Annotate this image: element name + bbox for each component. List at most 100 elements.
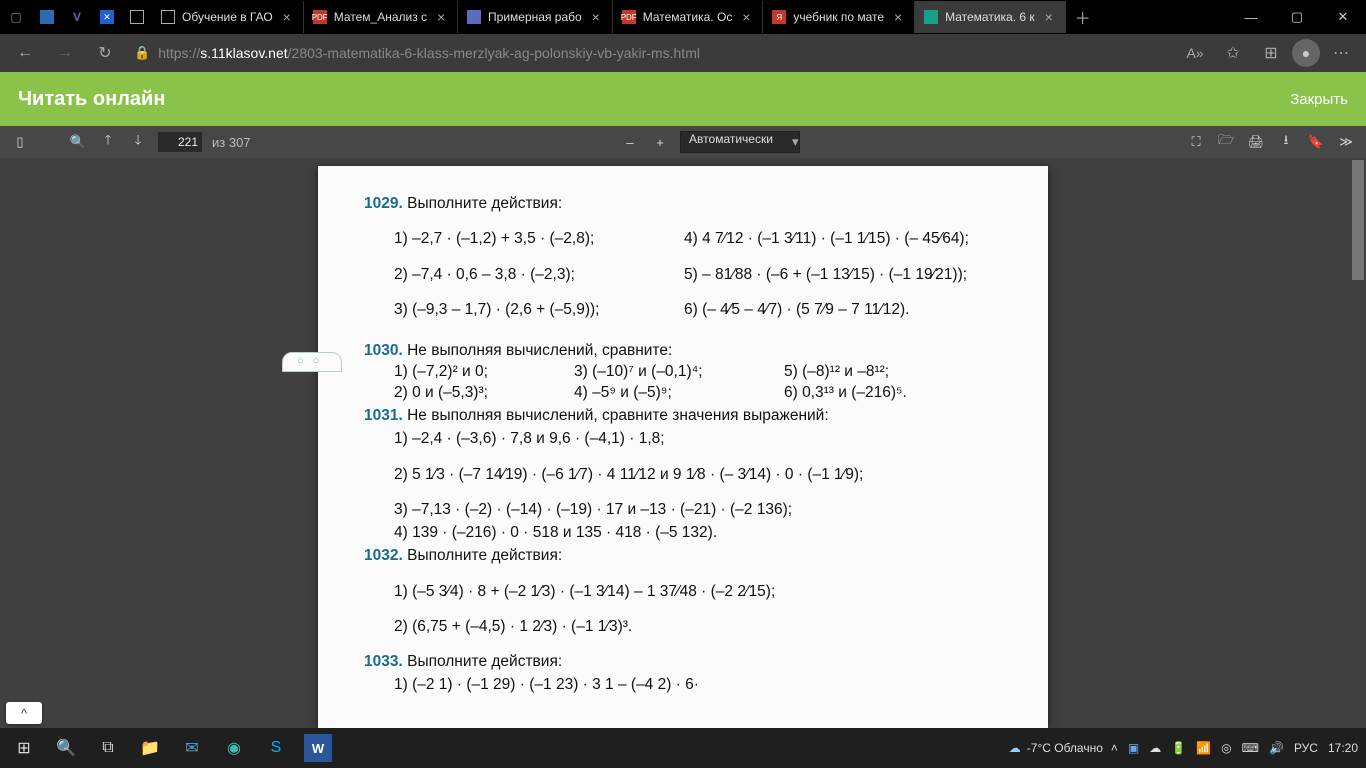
print-icon[interactable]: 🖨	[1246, 132, 1266, 152]
app-icon-1[interactable]	[32, 0, 62, 34]
back-button[interactable]: ←	[8, 36, 42, 70]
tray-chevron-icon[interactable]: ˄	[1111, 741, 1118, 755]
onedrive-icon[interactable]: ☁	[1149, 741, 1161, 755]
task-title: Не выполняя вычислений, сравните:	[407, 342, 672, 359]
explorer-icon[interactable]: 📁	[130, 728, 170, 768]
location-icon[interactable]: ◎	[1221, 741, 1231, 755]
text-line: 4) –5⁹ и (–5)⁹;	[574, 383, 784, 404]
task-number: 1033.	[364, 653, 403, 670]
bookmark-icon[interactable]: 🔖	[1306, 132, 1326, 152]
site-title: Читать онлайн	[18, 88, 165, 111]
downloads-button[interactable]: ^	[6, 702, 42, 724]
site-close-button[interactable]: Закрыть	[1290, 91, 1348, 108]
clock[interactable]: 17:20	[1328, 741, 1358, 755]
tab-0[interactable]: Обучение в ГАО ×	[152, 1, 304, 33]
app-icon-2[interactable]: V	[62, 0, 92, 34]
close-icon[interactable]: ×	[588, 9, 604, 25]
word-icon[interactable]: W	[304, 734, 332, 762]
edge-icon[interactable]: ◉	[214, 728, 254, 768]
weather-widget[interactable]: ☁ -7°C Облачно	[1009, 741, 1103, 755]
text-line: 3) (–10)⁷ и (–0,1)⁴;	[574, 362, 784, 383]
tab-3[interactable]: PDFМатематика. Ос×	[613, 1, 764, 33]
skype-icon[interactable]: S	[256, 728, 296, 768]
page-up-icon[interactable]: 🡑	[98, 132, 118, 152]
minimize-button[interactable]: ―	[1228, 0, 1274, 34]
read-aloud-icon[interactable]: A»	[1178, 36, 1212, 70]
text-line: 5) – 81⁄88 · (–6 + (–1 13⁄15) · (–1 19⁄2…	[684, 263, 1014, 286]
language-indicator[interactable]: РУС	[1294, 741, 1318, 755]
close-icon[interactable]: ×	[279, 9, 295, 25]
wifi-icon[interactable]: 📶	[1196, 741, 1211, 755]
forward-button[interactable]: →	[48, 36, 82, 70]
battery-icon[interactable]: 🔋	[1171, 741, 1186, 755]
tray-app-icon[interactable]: ▣	[1128, 741, 1139, 755]
zoom-in-icon[interactable]: +	[650, 132, 670, 152]
mail-icon[interactable]: ✉	[172, 728, 212, 768]
task-number: 1032.	[364, 547, 403, 564]
task-number: 1031.	[364, 407, 403, 424]
address-bar: ← → ↻ 🔒 https://s.11klasov.net/2803-mate…	[0, 34, 1366, 72]
text-line: 2) 5 1⁄3 · (–7 14⁄19) · (–6 1⁄7) · 4 11⁄…	[394, 463, 1014, 486]
app-icon-4[interactable]	[122, 0, 152, 34]
search-icon[interactable]: 🔍	[68, 132, 88, 152]
page-input[interactable]	[158, 132, 202, 152]
tab-label: Математика. Ос	[643, 10, 733, 24]
task-view-button[interactable]: ⧉	[88, 728, 128, 768]
close-icon[interactable]: ×	[738, 9, 754, 25]
weather-text: -7°C Облачно	[1027, 741, 1103, 755]
tab-5[interactable]: Математика. 6 к ×	[915, 1, 1066, 33]
scroll-thumb[interactable]	[1352, 160, 1364, 280]
pdf-page: 1029. Выполните действия: 1) –2,7 · (–1,…	[318, 166, 1048, 728]
presentation-icon[interactable]: ⛶	[1186, 132, 1206, 152]
task-title: Не выполняя вычислений, сравните значени…	[407, 407, 829, 424]
text-line: 1) –2,4 · (–3,6) · 7,8 и 9,6 · (–4,1) · …	[394, 427, 1014, 450]
text-line: 2) 0 и (–5,3)³;	[394, 383, 574, 404]
app-icon-3[interactable]: ✕	[92, 0, 122, 34]
volume-icon[interactable]: 🔊	[1269, 741, 1284, 755]
tab-4[interactable]: Яучебник по мате×	[763, 1, 915, 33]
close-icon[interactable]: ×	[890, 9, 906, 25]
refresh-button[interactable]: ↻	[88, 36, 122, 70]
task-title: Выполните действия:	[407, 547, 562, 564]
profile-avatar[interactable]: ●	[1292, 39, 1320, 67]
text-line: 4) 4 7⁄12 · (–1 3⁄11) · (–1 1⁄15) · (– 4…	[684, 227, 1014, 250]
text-line: 1) (–7,2)² и 0;	[394, 362, 574, 383]
zoom-select[interactable]: Автоматически	[680, 131, 800, 153]
favorite-icon[interactable]: ✩	[1216, 36, 1250, 70]
close-icon[interactable]: ×	[433, 9, 449, 25]
download-icon[interactable]: ⭳	[1276, 132, 1296, 152]
close-button[interactable]: ✕	[1320, 0, 1366, 34]
sidebar-toggle-icon[interactable]: ▯	[10, 132, 30, 152]
tab-2[interactable]: Примерная рабо ×	[458, 1, 613, 33]
task-number: 1029.	[364, 195, 403, 212]
close-icon[interactable]: ×	[1041, 9, 1057, 25]
pdf-viewer: 1029. Выполните действия: 1) –2,7 · (–1,…	[0, 158, 1366, 728]
scrollbar[interactable]	[1350, 158, 1366, 728]
more-icon[interactable]: ⋯	[1324, 36, 1358, 70]
maximize-button[interactable]: ▢	[1274, 0, 1320, 34]
url-box[interactable]: 🔒 https://s.11klasov.net/2803-matematika…	[128, 38, 1172, 68]
text-line: 6) 0,3¹³ и (–216)⁵.	[784, 383, 907, 404]
text-line: 6) (– 4⁄5 – 4⁄7) · (5 7⁄9 – 7 11⁄12).	[684, 298, 1014, 321]
panel-toggle-icon[interactable]: ▢	[0, 0, 32, 34]
tab-label: Примерная рабо	[488, 10, 582, 24]
tab-label: Обучение в ГАО	[182, 10, 273, 24]
start-button[interactable]: ⊞	[4, 728, 44, 768]
zoom-out-icon[interactable]: –	[620, 132, 640, 152]
text-line: 4) 139 · (–216) · 0 · 518 и 135 · 418 · …	[394, 521, 1014, 544]
text-line: 1) –2,7 · (–1,2) + 3,5 · (–2,8);	[394, 227, 684, 250]
tab-label: Матем_Анализ с	[334, 10, 427, 24]
page-down-icon[interactable]: 🡓	[128, 132, 148, 152]
taskbar: ⊞ 🔍 ⧉ 📁 ✉ ◉ S W ☁ -7°C Облачно ˄ ▣ ☁ 🔋 📶…	[0, 728, 1366, 768]
site-header: Читать онлайн Закрыть	[0, 72, 1366, 126]
text-line: 5) (–8)¹² и –8¹²;	[784, 362, 907, 383]
text-line: 1) (–2 1) · (–1 29) · (–1 23) · 3 1 – (–…	[394, 673, 1014, 696]
tab-label: Математика. 6 к	[945, 10, 1035, 24]
tab-1[interactable]: PDFМатем_Анализ с×	[304, 1, 458, 33]
keyboard-icon[interactable]: ⌨	[1242, 741, 1259, 755]
open-icon[interactable]: 🗁	[1216, 132, 1236, 152]
new-tab-button[interactable]: ＋	[1066, 5, 1100, 29]
search-button[interactable]: 🔍	[46, 728, 86, 768]
tools-icon[interactable]: ≫	[1336, 132, 1356, 152]
collections-icon[interactable]: ⊞	[1254, 36, 1288, 70]
